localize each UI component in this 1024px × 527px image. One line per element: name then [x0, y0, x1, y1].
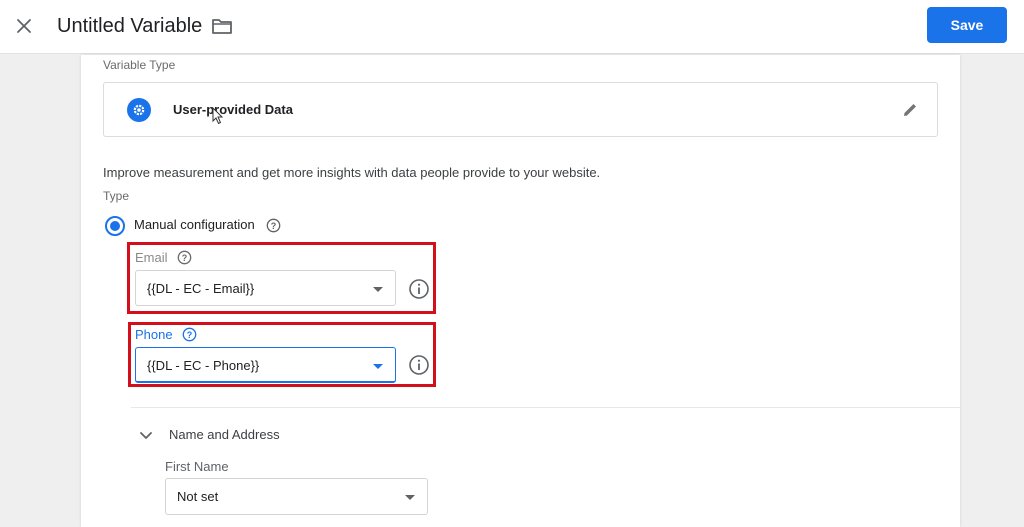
dropdown-arrow-icon	[373, 287, 383, 292]
chevron-down-icon[interactable]	[137, 426, 155, 444]
first-name-select[interactable]: Not set	[165, 478, 428, 515]
manual-configuration-radio[interactable]	[105, 216, 125, 236]
edit-button[interactable]	[898, 98, 922, 122]
close-icon	[17, 19, 31, 33]
mouse-cursor-icon	[212, 107, 224, 125]
email-select[interactable]: {{DL - EC - Email}}	[135, 270, 396, 306]
variable-type-card[interactable]: User-provided Data	[103, 82, 938, 137]
folder-icon	[212, 19, 232, 34]
name-address-section-title[interactable]: Name and Address	[169, 427, 280, 442]
svg-text:?: ?	[182, 253, 188, 263]
first-name-label: First Name	[165, 459, 229, 474]
type-label: Type	[103, 189, 130, 203]
email-info-icon[interactable]	[408, 278, 430, 300]
email-label: Email	[135, 250, 168, 265]
close-button[interactable]	[9, 11, 39, 41]
phone-select-value: {{DL - EC - Phone}}	[147, 358, 260, 373]
section-divider	[131, 407, 960, 408]
phone-label: Phone	[135, 327, 173, 342]
variable-type-name: User-provided Data	[173, 102, 293, 117]
dropdown-arrow-icon	[405, 495, 415, 500]
description-text: Improve measurement and get more insight…	[103, 165, 601, 180]
gear-icon	[127, 98, 151, 122]
svg-text:?: ?	[271, 221, 277, 231]
help-icon[interactable]: ?	[266, 218, 281, 233]
svg-text:?: ?	[187, 330, 193, 340]
variable-type-label: Variable Type	[103, 58, 176, 72]
variable-config-panel: Variable Type User-provided Data Improve…	[81, 55, 960, 527]
phone-info-icon[interactable]	[408, 354, 430, 376]
pencil-icon	[904, 104, 916, 116]
phone-help-icon[interactable]: ?	[182, 327, 197, 342]
save-button[interactable]: Save	[927, 7, 1007, 43]
email-help-icon[interactable]: ?	[177, 250, 192, 265]
first-name-select-value: Not set	[177, 489, 219, 504]
email-select-value: {{DL - EC - Email}}	[147, 281, 255, 296]
top-bar: Untitled Variable Save	[0, 0, 1024, 54]
folder-button[interactable]	[209, 13, 235, 39]
dropdown-arrow-icon	[373, 364, 383, 369]
page-title[interactable]: Untitled Variable	[57, 13, 202, 39]
manual-configuration-label: Manual configuration	[134, 217, 255, 232]
phone-select[interactable]: {{DL - EC - Phone}}	[135, 347, 396, 383]
